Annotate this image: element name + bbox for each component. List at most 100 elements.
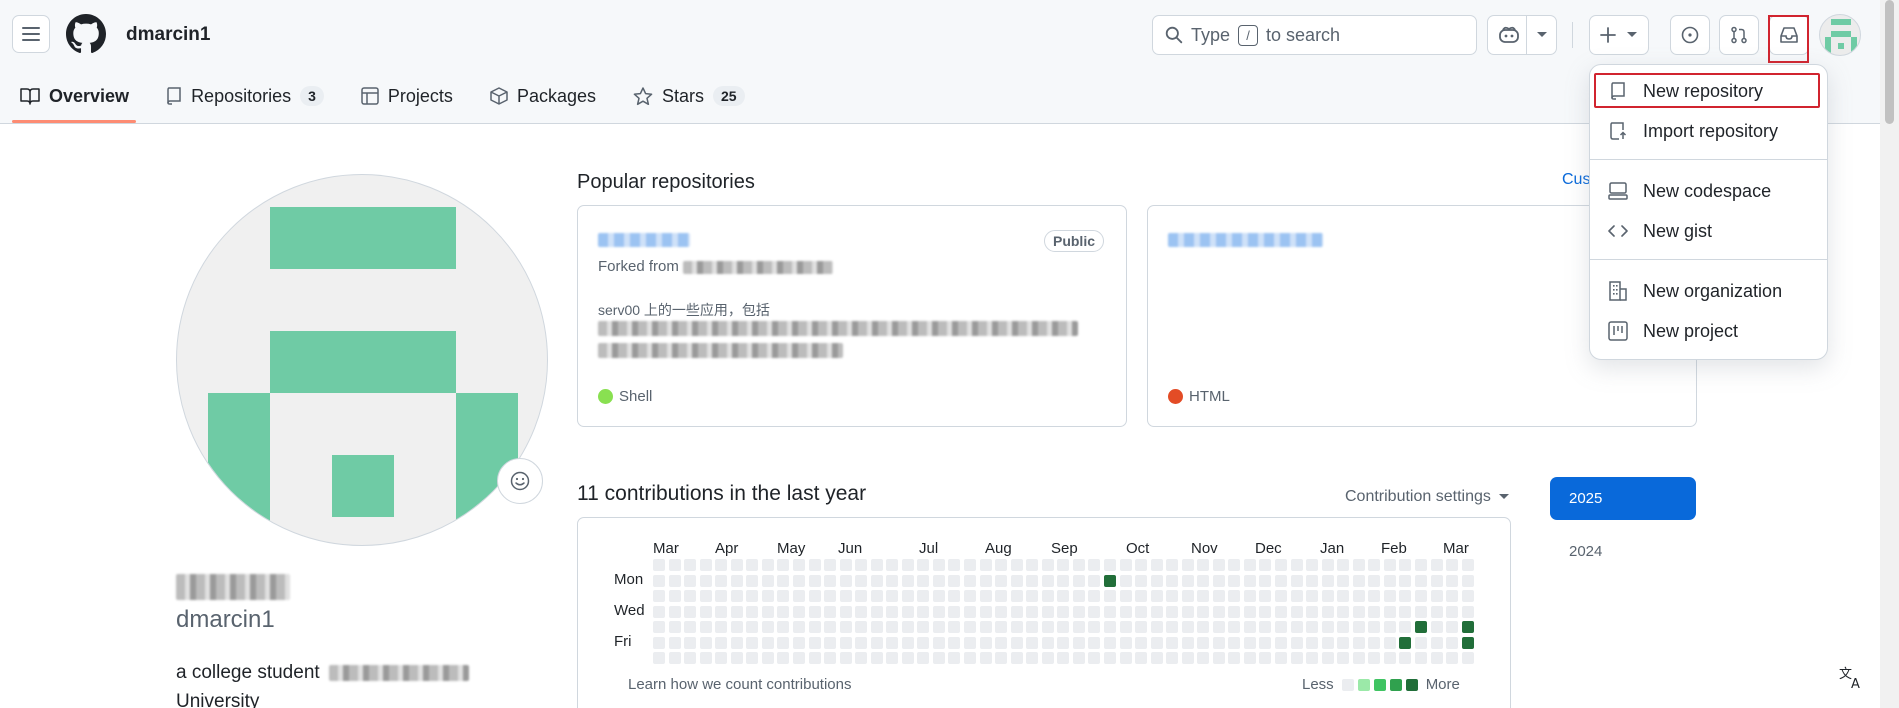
contribution-day[interactable] bbox=[1321, 590, 1334, 603]
contribution-day[interactable] bbox=[653, 621, 665, 634]
contribution-day[interactable] bbox=[1212, 605, 1225, 618]
contribution-day[interactable] bbox=[1041, 574, 1054, 587]
contribution-day[interactable] bbox=[932, 574, 945, 587]
contribution-day[interactable] bbox=[746, 574, 759, 587]
contribution-day[interactable] bbox=[1337, 590, 1350, 603]
contribution-day[interactable] bbox=[824, 590, 837, 603]
contribution-day[interactable] bbox=[1430, 605, 1443, 618]
contribution-day[interactable] bbox=[1119, 636, 1132, 649]
contribution-day[interactable] bbox=[917, 590, 930, 603]
contribution-day[interactable] bbox=[1368, 636, 1381, 649]
contribution-day[interactable] bbox=[1383, 652, 1396, 665]
contribution-day[interactable] bbox=[855, 590, 868, 603]
contribution-day[interactable] bbox=[792, 559, 805, 571]
contribution-day[interactable] bbox=[1072, 636, 1085, 649]
contribution-day[interactable] bbox=[746, 636, 759, 649]
contribution-day[interactable] bbox=[1461, 590, 1474, 603]
contribution-day[interactable] bbox=[1041, 590, 1054, 603]
contribution-day[interactable] bbox=[995, 605, 1008, 618]
contribution-day[interactable] bbox=[684, 621, 697, 634]
contribution-day[interactable] bbox=[1150, 652, 1163, 665]
contribution-day[interactable] bbox=[792, 574, 805, 587]
customize-pins-link[interactable]: Cus bbox=[1562, 171, 1590, 189]
contribution-day[interactable] bbox=[1243, 590, 1256, 603]
contribution-day[interactable] bbox=[1135, 559, 1148, 571]
contribution-day[interactable] bbox=[1088, 605, 1101, 618]
contribution-day[interactable] bbox=[932, 652, 945, 665]
contribution-day[interactable] bbox=[932, 636, 945, 649]
contribution-day[interactable] bbox=[1383, 621, 1396, 634]
learn-contributions-link[interactable]: Learn how we count contributions bbox=[628, 676, 851, 693]
tab-repositories[interactable]: Repositories 3 bbox=[158, 76, 339, 116]
contribution-day[interactable] bbox=[761, 574, 774, 587]
contribution-day[interactable] bbox=[1352, 559, 1365, 571]
issues-button[interactable] bbox=[1670, 15, 1710, 55]
contribution-day[interactable] bbox=[1197, 652, 1210, 665]
contribution-day[interactable] bbox=[1010, 590, 1023, 603]
contribution-day[interactable] bbox=[1414, 590, 1427, 603]
contribution-day[interactable] bbox=[1072, 559, 1085, 571]
contribution-day[interactable] bbox=[792, 605, 805, 618]
contribution-day[interactable] bbox=[1181, 652, 1194, 665]
contribution-day[interactable] bbox=[1041, 559, 1054, 571]
contribution-day[interactable] bbox=[1259, 621, 1272, 634]
contribution-day[interactable] bbox=[715, 621, 728, 634]
contribution-day[interactable] bbox=[730, 574, 743, 587]
contribution-day[interactable] bbox=[746, 605, 759, 618]
contribution-day[interactable] bbox=[1212, 621, 1225, 634]
contribution-day[interactable] bbox=[1010, 652, 1023, 665]
tab-stars[interactable]: Stars 25 bbox=[625, 76, 760, 116]
contribution-day[interactable] bbox=[684, 652, 697, 665]
contribution-day[interactable] bbox=[1135, 605, 1148, 618]
contribution-day[interactable] bbox=[699, 605, 712, 618]
contribution-day[interactable] bbox=[870, 621, 883, 634]
contribution-day[interactable] bbox=[715, 574, 728, 587]
contribution-day[interactable] bbox=[855, 605, 868, 618]
contribution-day[interactable] bbox=[1072, 652, 1085, 665]
repo-name-redacted[interactable] bbox=[1168, 233, 1323, 247]
contribution-day[interactable] bbox=[1306, 574, 1319, 587]
contribution-day[interactable] bbox=[1103, 590, 1116, 603]
contribution-day[interactable] bbox=[1430, 590, 1443, 603]
contribution-day[interactable] bbox=[1352, 652, 1365, 665]
contribution-day[interactable] bbox=[1368, 590, 1381, 603]
contribution-day[interactable] bbox=[699, 590, 712, 603]
contribution-day[interactable] bbox=[1290, 559, 1303, 571]
contribution-day[interactable] bbox=[1243, 652, 1256, 665]
contribution-day[interactable] bbox=[979, 605, 992, 618]
contribution-day[interactable] bbox=[932, 605, 945, 618]
contribution-day[interactable] bbox=[1352, 590, 1365, 603]
contribution-day[interactable] bbox=[730, 559, 743, 571]
contribution-day[interactable] bbox=[1259, 636, 1272, 649]
contribution-day[interactable] bbox=[995, 574, 1008, 587]
contribution-day[interactable] bbox=[699, 621, 712, 634]
contribution-day[interactable] bbox=[1197, 590, 1210, 603]
contribution-day[interactable] bbox=[1290, 605, 1303, 618]
contribution-day[interactable] bbox=[964, 636, 976, 649]
contribution-day[interactable] bbox=[715, 636, 728, 649]
contribution-day[interactable] bbox=[730, 605, 743, 618]
contribution-day[interactable] bbox=[901, 590, 914, 603]
contribution-day[interactable] bbox=[1181, 590, 1194, 603]
contribution-day[interactable] bbox=[1383, 636, 1396, 649]
create-new-button[interactable] bbox=[1589, 15, 1649, 55]
pull-requests-button[interactable] bbox=[1719, 15, 1759, 55]
contribution-day[interactable] bbox=[1337, 652, 1350, 665]
contribution-day[interactable] bbox=[777, 559, 790, 571]
contribution-day[interactable] bbox=[668, 605, 681, 618]
contribution-day[interactable] bbox=[1414, 605, 1427, 618]
contribution-day[interactable] bbox=[1010, 605, 1023, 618]
contribution-day[interactable] bbox=[1243, 636, 1256, 649]
contribution-day[interactable] bbox=[995, 559, 1008, 571]
contribution-day[interactable] bbox=[1026, 605, 1039, 618]
contribution-day[interactable] bbox=[1414, 636, 1427, 649]
contribution-day[interactable] bbox=[1446, 621, 1459, 634]
contribution-day[interactable] bbox=[855, 574, 868, 587]
contribution-day[interactable] bbox=[761, 652, 774, 665]
contribution-day[interactable] bbox=[1166, 621, 1179, 634]
contribution-day[interactable] bbox=[1446, 559, 1459, 571]
contribution-day[interactable] bbox=[1150, 559, 1163, 571]
contribution-day[interactable] bbox=[839, 605, 852, 618]
contribution-day[interactable] bbox=[1243, 559, 1256, 571]
contribution-day[interactable] bbox=[668, 621, 681, 634]
